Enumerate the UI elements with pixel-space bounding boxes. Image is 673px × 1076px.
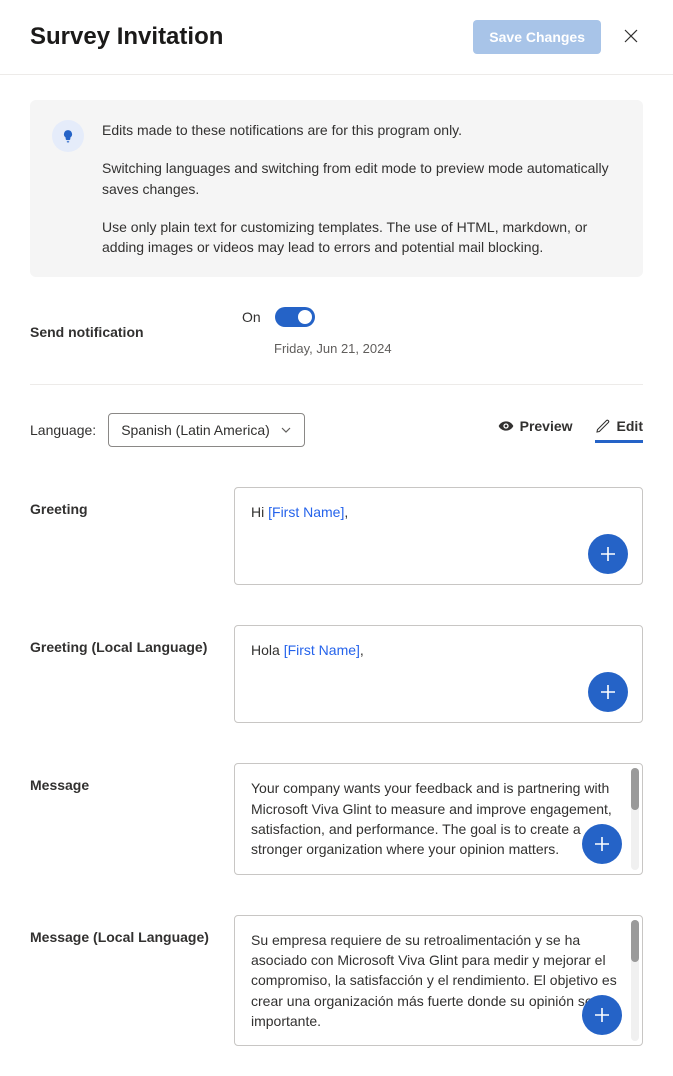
first-name-token: [First Name]: [268, 504, 344, 520]
scrollbar-thumb[interactable]: [631, 920, 639, 962]
info-banner: Edits made to these notifications are fo…: [30, 100, 643, 277]
page-title: Survey Invitation: [30, 23, 223, 51]
greeting-input[interactable]: Hi [First Name],: [234, 487, 643, 585]
tab-edit[interactable]: Edit: [595, 418, 643, 443]
notification-date: Friday, Jun 21, 2024: [274, 341, 392, 356]
add-token-button[interactable]: [582, 824, 622, 864]
language-selected-value: Spanish (Latin America): [121, 422, 270, 438]
greeting-local-suffix: ,: [360, 642, 364, 658]
send-notification-toggle[interactable]: [275, 307, 315, 327]
plus-icon: [599, 683, 617, 701]
info-paragraph-2: Switching languages and switching from e…: [102, 158, 621, 199]
tab-edit-label: Edit: [617, 418, 643, 434]
lightbulb-icon: [52, 120, 84, 152]
plus-icon: [599, 545, 617, 563]
save-changes-button[interactable]: Save Changes: [473, 20, 601, 54]
message-input[interactable]: Your company wants your feedback and is …: [234, 763, 643, 874]
toggle-state-label: On: [242, 309, 261, 325]
message-local-text: Su empresa requiere de su retroalimentac…: [251, 932, 617, 1029]
eye-icon: [498, 418, 514, 434]
greeting-label: Greeting: [30, 487, 234, 585]
info-paragraph-1: Edits made to these notifications are fo…: [102, 120, 621, 140]
language-select[interactable]: Spanish (Latin America): [108, 413, 305, 447]
greeting-local-input[interactable]: Hola [First Name],: [234, 625, 643, 723]
greeting-local-label: Greeting (Local Language): [30, 625, 234, 723]
scrollbar-thumb[interactable]: [631, 768, 639, 810]
close-button[interactable]: [619, 24, 643, 51]
tab-preview[interactable]: Preview: [498, 418, 573, 443]
info-paragraph-3: Use only plain text for customizing temp…: [102, 217, 621, 258]
message-label: Message: [30, 763, 234, 874]
language-label: Language:: [30, 422, 96, 438]
plus-icon: [593, 835, 611, 853]
message-text: Your company wants your feedback and is …: [251, 780, 612, 857]
add-token-button[interactable]: [588, 672, 628, 712]
add-token-button[interactable]: [582, 995, 622, 1035]
add-token-button[interactable]: [588, 534, 628, 574]
tab-preview-label: Preview: [520, 418, 573, 434]
message-local-label: Message (Local Language): [30, 915, 234, 1046]
chevron-down-icon: [280, 424, 292, 436]
greeting-local-prefix: Hola: [251, 642, 284, 658]
send-notification-label: Send notification: [30, 324, 242, 340]
pencil-icon: [595, 418, 611, 434]
plus-icon: [593, 1006, 611, 1024]
first-name-token: [First Name]: [284, 642, 360, 658]
message-local-input[interactable]: Su empresa requiere de su retroalimentac…: [234, 915, 643, 1046]
divider: [30, 384, 643, 385]
greeting-suffix: ,: [344, 504, 348, 520]
close-icon: [623, 28, 639, 44]
greeting-prefix: Hi: [251, 504, 268, 520]
